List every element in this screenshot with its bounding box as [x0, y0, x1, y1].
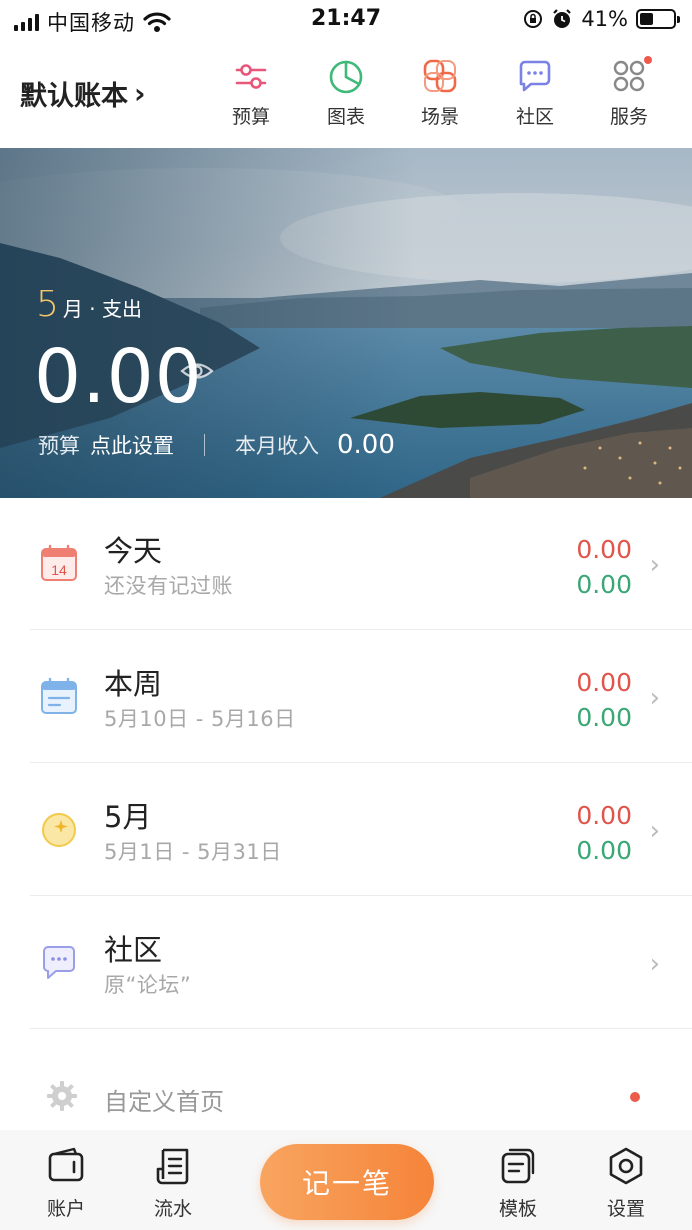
tab-template-label: 模板	[498, 1198, 537, 1220]
ledger-list-icon	[156, 1148, 189, 1185]
chat-bubble-icon	[519, 60, 551, 92]
sliders-icon	[235, 64, 267, 89]
battery-icon	[636, 9, 680, 29]
calendar-week-icon	[41, 677, 77, 714]
nav-service-label: 服务	[609, 106, 648, 128]
community-icon	[43, 946, 75, 979]
record-entry-button[interactable]: 记一笔	[260, 1144, 434, 1220]
chevron-right-icon: ›	[649, 550, 660, 580]
tab-flow[interactable]: 流水	[133, 1146, 213, 1221]
row-divider	[30, 629, 692, 630]
row-title: 本周	[104, 667, 163, 701]
chevron-right-icon: ›	[649, 683, 660, 713]
ledger-selector[interactable]: 默认账本 ›	[20, 74, 146, 113]
budget-label: 预算	[38, 434, 80, 458]
nav-chart-label: 图表	[326, 106, 365, 128]
monthly-summary-banner: 5 月 · 支出 0.00 预算 点此设置 本月收入 0.00	[0, 148, 692, 498]
chevron-right-icon: ›	[649, 949, 660, 979]
alarm-icon	[553, 9, 572, 28]
settings-hexagon-icon	[609, 1147, 643, 1185]
row-values: 0.00 0.00	[576, 798, 632, 868]
nav-scene-button[interactable]: 场景	[405, 56, 475, 129]
expense-value: 0.00	[576, 535, 632, 564]
nav-chart-button[interactable]: 图表	[311, 56, 381, 129]
row-subtitle: 还没有记过账	[104, 574, 233, 598]
income-value: 0.00	[576, 570, 632, 599]
notification-dot	[630, 1092, 640, 1102]
row-divider	[30, 1028, 692, 1029]
month-income-label: 本月收入	[235, 434, 319, 458]
svg-text:14: 14	[51, 562, 67, 578]
month-income-amount: 0.00	[337, 430, 395, 460]
summary-row-today[interactable]: 14 今天 还没有记过账 0.00 0.00 ›	[0, 498, 692, 630]
row-title: 5月	[104, 800, 152, 834]
row-values: 0.00 0.00	[576, 532, 632, 602]
row-values: 0.00 0.00	[576, 665, 632, 735]
notification-dot	[644, 56, 652, 64]
calendar-day-icon: 14	[41, 544, 77, 581]
summary-row-month[interactable]: 5月 5月1日 - 5月31日 0.00 0.00 ›	[0, 764, 692, 896]
tab-account[interactable]: 账户	[26, 1146, 106, 1221]
tab-settings[interactable]: 设置	[586, 1146, 666, 1221]
row-divider	[30, 762, 692, 763]
wallet-icon	[48, 1147, 84, 1182]
nav-scene-label: 场景	[420, 106, 459, 128]
row-subtitle: 原“论坛”	[104, 973, 192, 997]
moon-icon	[42, 813, 76, 847]
month-expense-caption: 月 · 支出	[62, 297, 142, 321]
template-icon	[501, 1148, 535, 1184]
chevron-right-icon: ›	[649, 816, 660, 846]
pie-chart-icon	[329, 60, 363, 94]
orientation-lock-icon	[524, 10, 543, 28]
divider	[204, 434, 205, 456]
status-bar: 中国移动 21:47 41%	[0, 0, 692, 38]
budget-income-row: 预算 点此设置 本月收入 0.00	[38, 430, 395, 460]
summary-row-week[interactable]: 本周 5月10日 - 5月16日 0.00 0.00 ›	[0, 631, 692, 763]
battery-percent: 41%	[581, 7, 628, 31]
chevron-right-icon: ›	[134, 77, 146, 110]
grid-icon	[613, 60, 645, 92]
tab-template[interactable]: 模板	[478, 1146, 558, 1221]
month-label: 5 月 · 支出	[36, 284, 142, 325]
bottom-tab-bar: 账户 流水 记一笔 模板 设置	[0, 1130, 692, 1230]
nav-service-button[interactable]: 服务	[594, 56, 664, 129]
expense-value: 0.00	[576, 668, 632, 697]
gear-icon	[47, 1081, 77, 1111]
row-title: 社区	[104, 933, 163, 967]
tab-account-label: 账户	[46, 1198, 85, 1220]
ledger-name: 默认账本	[20, 81, 128, 112]
set-budget-link[interactable]: 点此设置	[90, 430, 174, 460]
customize-home-row[interactable]: 自定义首页	[0, 1066, 692, 1126]
monthly-expense-amount: 0.00	[34, 334, 203, 420]
tab-settings-label: 设置	[606, 1198, 645, 1220]
income-value: 0.00	[576, 836, 632, 865]
eye-icon[interactable]	[180, 360, 214, 382]
row-subtitle: 5月1日 - 5月31日	[104, 840, 282, 864]
income-value: 0.00	[576, 703, 632, 732]
tab-flow-label: 流水	[153, 1198, 192, 1220]
row-title: 今天	[104, 534, 163, 568]
top-header: 默认账本 › 预算 图表 场景 社区 服务	[0, 44, 692, 144]
nav-community-button[interactable]: 社区	[500, 56, 570, 129]
nav-budget-button[interactable]: 预算	[216, 56, 286, 129]
nav-community-label: 社区	[515, 106, 554, 128]
customize-home-label: 自定义首页	[104, 1088, 224, 1116]
row-divider	[30, 895, 692, 896]
summary-row-community[interactable]: 社区 原“论坛” ›	[0, 897, 692, 1029]
month-number: 5	[36, 284, 59, 325]
nav-budget-label: 预算	[231, 106, 270, 128]
scene-icon	[423, 59, 457, 93]
expense-value: 0.00	[576, 801, 632, 830]
row-subtitle: 5月10日 - 5月16日	[104, 707, 296, 731]
